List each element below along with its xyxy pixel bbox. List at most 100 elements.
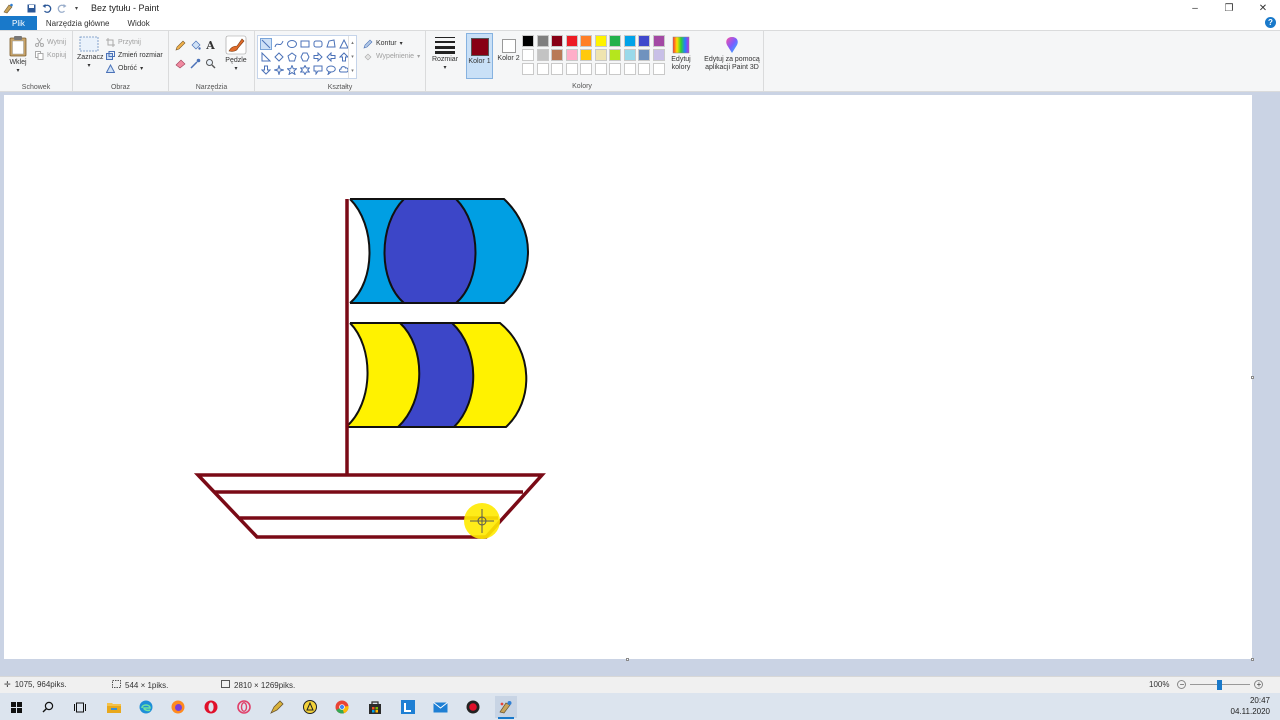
zoom-out-icon[interactable]: − xyxy=(1177,680,1187,689)
file-explorer-icon[interactable] xyxy=(103,696,125,718)
custom-color-slot[interactable] xyxy=(652,63,665,75)
palette-swatch[interactable] xyxy=(609,35,621,47)
custom-color-slot[interactable] xyxy=(536,63,549,75)
store-icon[interactable] xyxy=(364,696,386,718)
rotate-button[interactable]: Obróć ▾ xyxy=(106,62,163,75)
color1-button[interactable]: Kolor 1 xyxy=(466,33,493,79)
brushes-button[interactable]: Pędzle ▾ xyxy=(222,35,250,73)
palette-swatch[interactable] xyxy=(522,49,534,61)
magnifier-icon[interactable] xyxy=(203,58,218,69)
l-app-icon[interactable] xyxy=(397,696,419,718)
tab-home[interactable]: Narzędzia główne xyxy=(37,16,119,30)
palette-swatch[interactable] xyxy=(522,35,534,47)
outline-button[interactable]: Kontur ▾ xyxy=(363,37,420,50)
palette-swatch[interactable] xyxy=(536,49,549,61)
fill-button[interactable]: Wypełnienie ▾ xyxy=(363,50,420,63)
oval-callout-icon[interactable] xyxy=(325,64,337,76)
custom-color-slot[interactable] xyxy=(565,63,578,75)
copy-button[interactable]: Kopiuj xyxy=(35,49,66,62)
rectangle-shape-icon[interactable] xyxy=(299,38,311,50)
record-icon[interactable] xyxy=(462,696,484,718)
palette-swatch[interactable] xyxy=(652,49,665,61)
palette-swatch[interactable] xyxy=(638,49,650,61)
pentagon-shape-icon[interactable] xyxy=(286,51,298,63)
palette-swatch[interactable] xyxy=(594,49,607,61)
opera-icon[interactable] xyxy=(200,696,222,718)
oval-shape-icon[interactable] xyxy=(286,38,298,50)
rounded-rectangle-shape-icon[interactable] xyxy=(312,38,324,50)
line-shape-icon[interactable] xyxy=(260,38,272,50)
shapes-scroll[interactable]: ▴ ▾ ▾ xyxy=(348,36,356,78)
palette-swatch[interactable] xyxy=(652,35,665,47)
taskbar-clock[interactable]: 20:47 04.11.2020 xyxy=(1231,695,1270,717)
resize-handle-bottom[interactable] xyxy=(626,658,629,661)
right-triangle-shape-icon[interactable] xyxy=(260,51,272,63)
palette-swatch[interactable] xyxy=(551,35,563,47)
search-icon[interactable] xyxy=(37,696,59,718)
zoom-in-icon[interactable]: + xyxy=(1254,680,1264,689)
crop-button[interactable]: Przytnij xyxy=(106,36,163,49)
tab-view[interactable]: Widok xyxy=(118,16,158,30)
custom-color-slot[interactable] xyxy=(551,63,563,75)
close-button[interactable]: ✕ xyxy=(1246,0,1280,16)
eraser-icon[interactable] xyxy=(173,58,188,69)
drawing-canvas[interactable] xyxy=(4,95,1254,661)
down-arrow-shape-icon[interactable] xyxy=(260,64,272,76)
zoom-slider-thumb[interactable] xyxy=(1217,680,1223,690)
pencil-icon[interactable] xyxy=(173,39,188,52)
four-point-star-icon[interactable] xyxy=(273,64,285,76)
palette-swatch[interactable] xyxy=(609,49,621,61)
polygon-shape-icon[interactable] xyxy=(325,38,337,50)
undo-icon[interactable] xyxy=(40,2,53,15)
help-icon[interactable]: ? xyxy=(1265,17,1276,28)
paint-icon[interactable] xyxy=(495,696,517,719)
palette-swatch[interactable] xyxy=(594,35,607,47)
five-point-star-icon[interactable] xyxy=(286,64,298,76)
paste-dropdown-icon[interactable]: ▾ xyxy=(6,67,30,75)
custom-color-slot[interactable] xyxy=(522,63,534,75)
redo-icon[interactable] xyxy=(55,2,68,15)
color2-button[interactable]: Kolor 2 xyxy=(495,33,522,79)
palette-swatch[interactable] xyxy=(580,49,592,61)
six-point-star-icon[interactable] xyxy=(299,64,311,76)
custom-color-slot[interactable] xyxy=(580,63,592,75)
edge-icon[interactable] xyxy=(135,696,157,718)
opera-gx-icon[interactable] xyxy=(233,696,255,718)
diamond-shape-icon[interactable] xyxy=(273,51,285,63)
windows-start-icon[interactable] xyxy=(5,696,27,718)
firefox-icon[interactable] xyxy=(167,696,189,718)
chrome-icon[interactable] xyxy=(331,696,353,718)
edit-colors-button[interactable]: Edytuj kolory xyxy=(670,36,692,72)
color-picker-icon[interactable] xyxy=(188,58,203,69)
resize-handle-right[interactable] xyxy=(1251,376,1254,379)
palette-swatch[interactable] xyxy=(623,35,636,47)
custom-color-slot[interactable] xyxy=(623,63,636,75)
mail-icon[interactable] xyxy=(429,696,451,718)
palette-swatch[interactable] xyxy=(638,35,650,47)
save-icon[interactable] xyxy=(25,2,38,15)
minimize-button[interactable]: – xyxy=(1178,0,1212,16)
palette-swatch[interactable] xyxy=(536,35,549,47)
palette-swatch[interactable] xyxy=(551,49,563,61)
curve-shape-icon[interactable] xyxy=(273,38,285,50)
custom-color-slot[interactable] xyxy=(638,63,650,75)
custom-color-slot[interactable] xyxy=(609,63,621,75)
customize-dropdown-icon[interactable]: ▾ xyxy=(70,2,83,15)
rotate-dropdown-icon[interactable]: ▾ xyxy=(140,65,143,72)
paste-button[interactable]: Wklej ▾ xyxy=(6,35,30,75)
fill-bucket-icon[interactable] xyxy=(188,39,203,52)
cut-button[interactable]: Wytnij xyxy=(35,36,66,49)
custom-color-slot[interactable] xyxy=(594,63,607,75)
resize-handle-corner[interactable] xyxy=(1251,658,1254,661)
task-view-icon[interactable] xyxy=(69,696,91,718)
left-arrow-shape-icon[interactable] xyxy=(325,51,337,63)
select-dropdown-icon[interactable]: ▾ xyxy=(77,62,101,70)
rect-callout-icon[interactable] xyxy=(312,64,324,76)
hexagon-shape-icon[interactable] xyxy=(299,51,311,63)
zoom-slider[interactable] xyxy=(1190,680,1251,690)
palette-swatch[interactable] xyxy=(580,35,592,47)
select-button[interactable]: Zaznacz ▾ xyxy=(77,36,103,70)
paint-app-icon[interactable] xyxy=(2,2,15,15)
paint3d-button[interactable]: Edytuj za pomocą aplikacji Paint 3D xyxy=(702,36,762,72)
brushes-dropdown-icon[interactable]: ▾ xyxy=(222,65,250,73)
